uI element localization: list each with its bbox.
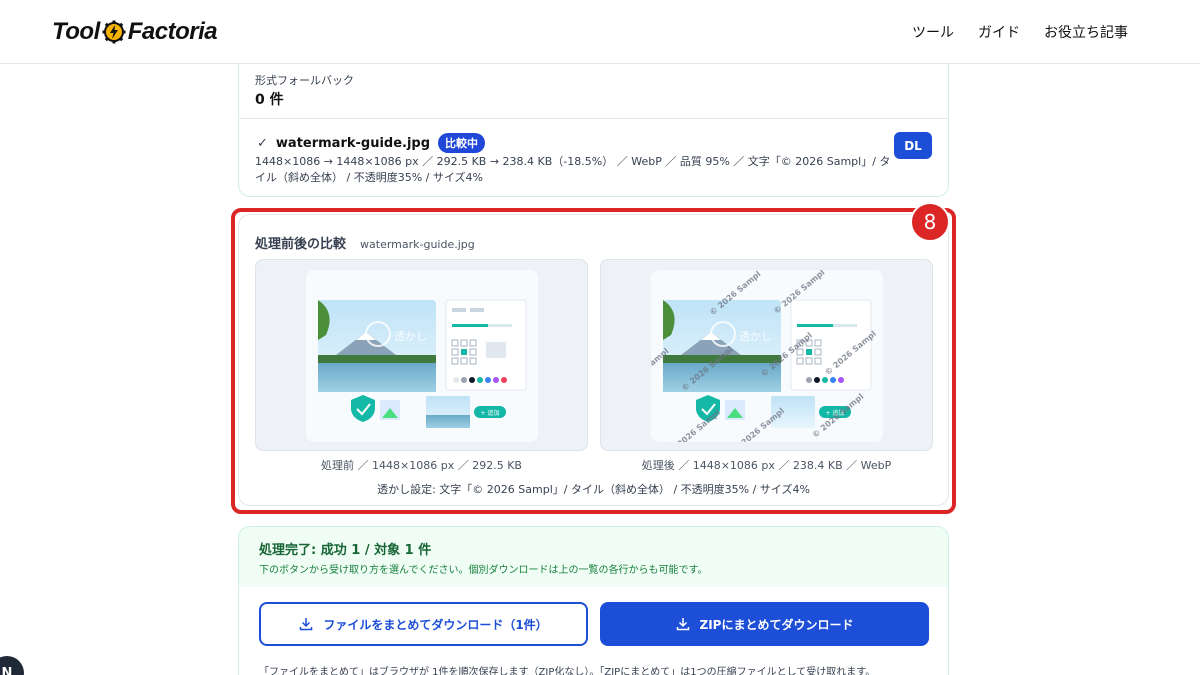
file-row: ✓ watermark-guide.jpg 比較中 [257, 133, 486, 153]
download-file-button[interactable]: DL [894, 132, 932, 159]
download-files-button[interactable]: ファイルをまとめてダウンロード（1件） [259, 602, 588, 646]
download-icon [300, 618, 313, 631]
preview-label: 透かし [739, 330, 772, 343]
comparison-title: 処理前後の比較 [255, 237, 347, 252]
avatar-letter: N [1, 665, 13, 675]
file-name: watermark-guide.jpg [275, 135, 431, 151]
after-image: 透かし + 追加 © 2026 Sampl © 2026 Sampl © 202… [651, 270, 883, 442]
logo-text-factoria: Factoria [127, 18, 218, 45]
nav-guide[interactable]: ガイド [978, 22, 1020, 42]
comparison-file-name: watermark-guide.jpg [360, 238, 475, 251]
nav-articles[interactable]: お役立ち記事 [1044, 22, 1128, 42]
watermark-settings: 透かし設定: 文字「© 2026 Sampl」/ タイル（斜め全体） / 不透明… [377, 483, 810, 496]
before-caption: 処理前 ／ 1448×1086 px ／ 292.5 KB [321, 459, 522, 472]
completion-header: 処理完了: 成功 1 / 対象 1 件 下のボタンから受け取り方を選んでください… [239, 527, 948, 587]
fallback-count: 0 件 [255, 92, 284, 108]
nav-tools[interactable]: ツール [912, 22, 954, 42]
site-logo[interactable]: Tool Factoria [52, 16, 218, 48]
download-note: 「ファイルをまとめて」はブラウザが 1件を順次保存します（ZIP化なし）。「ZI… [259, 667, 876, 675]
avatar[interactable]: N [0, 656, 24, 675]
site-header: Tool Factoria ツール ガイド お役立ち記事 [0, 0, 1200, 64]
completion-subtitle: 下のボタンから受け取り方を選んでください。個別ダウンロードは上の一覧の各行からも… [259, 565, 708, 576]
comparing-badge: 比較中 [438, 133, 486, 153]
download-zip-button[interactable]: ZIPにまとめてダウンロード [600, 602, 929, 646]
before-image: 透かし + 追加 [306, 270, 538, 442]
download-files-label: ファイルをまとめてダウンロード（1件） [323, 617, 548, 632]
step-number-badge: 8 [910, 202, 950, 242]
comparison-panel: 処理前後の比較 watermark-guide.jpg 透かし + 追加 透かし… [238, 214, 949, 506]
comparison-header: 処理前後の比較 watermark-guide.jpg [255, 233, 475, 252]
file-meta: 1448×1086 → 1448×1086 px ／ 292.5 KB → 23… [255, 155, 891, 184]
gear-bolt-icon [102, 20, 126, 44]
before-preview: 透かし + 追加 [255, 259, 588, 451]
after-preview: 透かし + 追加 © 2026 Sampl © 2026 Sampl © 202… [600, 259, 933, 451]
after-caption: 処理後 ／ 1448×1086 px ／ 238.4 KB ／ WebP [641, 459, 892, 472]
divider [239, 118, 948, 119]
preview-add-button: + 追加 [481, 409, 500, 417]
download-zip-label: ZIPにまとめてダウンロード [699, 617, 854, 632]
main-nav: ツール ガイド お役立ち記事 [912, 22, 1128, 42]
completion-panel: 処理完了: 成功 1 / 対象 1 件 下のボタンから受け取り方を選んでください… [238, 526, 949, 675]
preview-label: 透かし [394, 330, 427, 343]
fallback-label: 形式フォールバック [255, 74, 354, 87]
logo-text-tool: Tool [52, 18, 100, 45]
completion-title: 処理完了: 成功 1 / 対象 1 件 [259, 543, 432, 558]
check-icon: ✓ [257, 135, 268, 151]
results-card: 形式フォールバック 0 件 ✓ watermark-guide.jpg 比較中 … [238, 52, 949, 197]
download-icon [676, 618, 689, 631]
